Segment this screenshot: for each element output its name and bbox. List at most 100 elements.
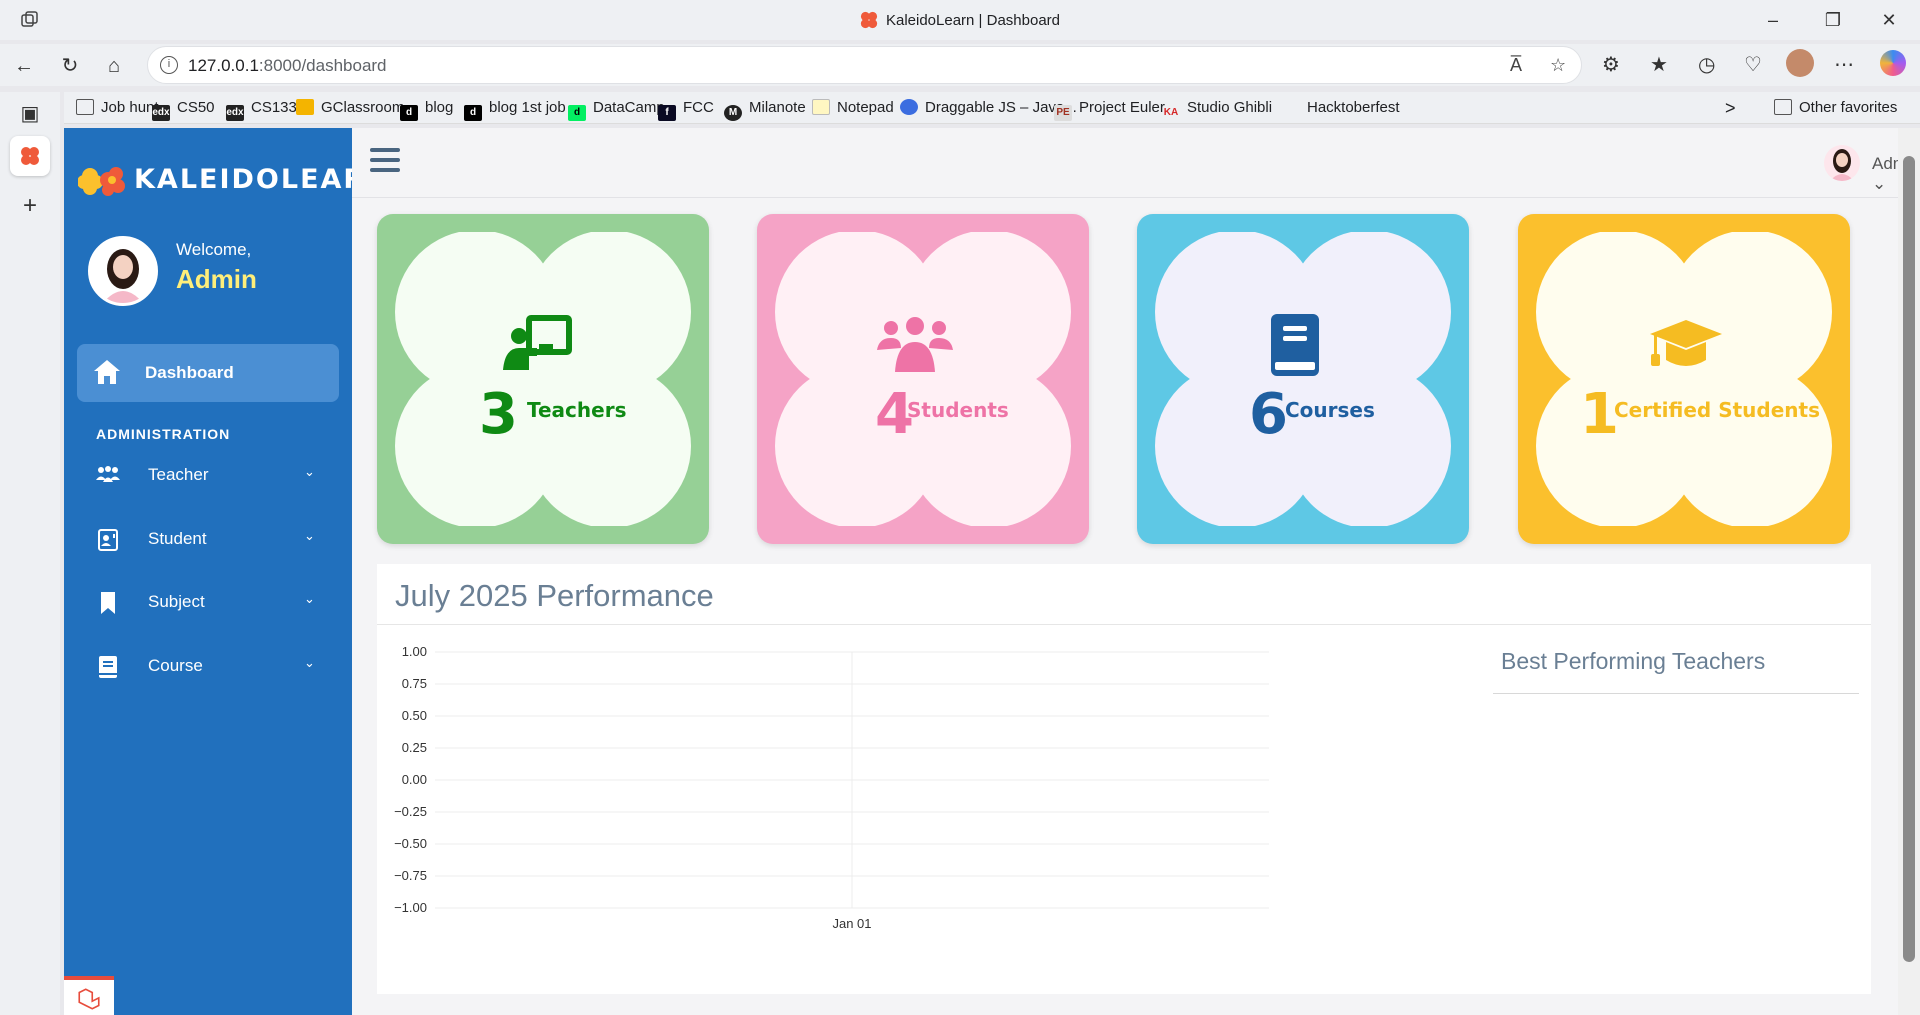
bookmark-label: Hacktoberfest (1307, 99, 1400, 116)
teacher-icon (96, 466, 120, 482)
stat-card-certified-students[interactable]: 1 Certified Students (1518, 214, 1850, 544)
page-scrollbar-thumb[interactable] (1903, 156, 1915, 962)
y-tick-label: −1.00 (394, 900, 427, 915)
bookmarks-bar: Job hunt edx CS50 edx CS1331 GClassroom d blog d… (64, 92, 1920, 124)
bookmark-item[interactable]: KA Studio Ghibli (1162, 97, 1272, 119)
sidebar-item-course-label: Course (148, 656, 203, 675)
more-bookmarks-button[interactable]: > (1725, 97, 1736, 119)
home-button[interactable]: ⌂ (98, 50, 130, 82)
window-titlebar: KaleidoLearn | Dashboard – ❐ ✕ (0, 0, 1920, 40)
profile-avatar-icon[interactable] (1786, 49, 1814, 77)
url-host: 127.0.0.1 (188, 56, 259, 75)
bookmark-item[interactable]: edx CS1331 (226, 97, 305, 121)
url-text[interactable]: 127.0.0.1:8000/dashboard (188, 56, 387, 76)
dev-icon: d (400, 105, 418, 121)
stat-label: Certified Students (1614, 398, 1820, 422)
chevron-down-icon: ⌄ (304, 464, 315, 479)
sidebar-item-student[interactable]: Student ⌄ (64, 514, 352, 564)
milanote-icon: M (724, 105, 742, 121)
flower-logo-icon (78, 167, 125, 196)
sidebar-item-student-label: Student (148, 529, 207, 548)
edx-icon: edx (152, 105, 170, 121)
kaleidolearn-tab-icon (21, 147, 39, 165)
teacher-board-icon (495, 314, 575, 378)
y-tick-label: −0.50 (394, 836, 427, 851)
read-aloud-icon[interactable]: A̅ (1510, 55, 1522, 76)
browser-navbar: ← ↻ ⌂ i 127.0.0.1:8000/dashboard A̅ ☆ ⚙ … (0, 44, 1920, 86)
drop-icon (900, 99, 918, 115)
stat-count: 3 (479, 382, 518, 447)
x-tick-label: Jan 01 (832, 916, 871, 931)
bookmark-item[interactable]: edx CS50 (152, 97, 215, 121)
favorites-icon[interactable]: ★ (1650, 52, 1668, 77)
edx-icon: edx (226, 105, 244, 121)
y-tick-label: 0.50 (402, 708, 427, 723)
window-title: KaleidoLearn | Dashboard (0, 11, 1920, 29)
more-options-icon[interactable]: ⋯ (1834, 52, 1854, 77)
tab-list-icon[interactable]: ▣ (18, 102, 42, 126)
copilot-icon[interactable] (1880, 50, 1906, 76)
kaleidolearn-logo[interactable]: KALEIDOLEARN (78, 160, 389, 200)
topbar-user-label: Admin (1872, 154, 1898, 173)
bookmark-item[interactable]: d blog (400, 97, 453, 121)
bookmark-item[interactable]: M Milanote (724, 97, 806, 121)
bookmark-item[interactable]: Job hunt (76, 97, 159, 119)
classroom-icon (296, 99, 314, 115)
menu-toggle-icon[interactable] (370, 148, 400, 174)
sidebar-item-subject[interactable]: Subject ⌄ (64, 577, 352, 627)
performance-title: July 2025 Performance (395, 578, 714, 613)
sidebar-item-subject-label: Subject (148, 592, 205, 611)
y-tick-label: 0.00 (402, 772, 427, 787)
minimize-button[interactable]: – (1750, 6, 1796, 34)
vertical-tab-strip: ▣ + (0, 92, 60, 1015)
sidebar-item-teacher[interactable]: Teacher ⌄ (64, 450, 352, 500)
sidebar-item-dashboard[interactable]: Dashboard (77, 344, 339, 402)
close-window-button[interactable]: ✕ (1866, 6, 1912, 34)
new-tab-icon[interactable]: + (18, 194, 42, 218)
bookmark-item[interactable]: Notepad (812, 97, 894, 119)
pe-icon: PE (1054, 105, 1072, 121)
page-viewport: KALEIDOLEARN Welcome, Admin Dashboard AD… (64, 128, 1898, 1015)
stat-label: Students (907, 398, 1009, 422)
site-info-icon[interactable]: i (160, 56, 178, 74)
favorite-star-icon[interactable]: ☆ (1550, 55, 1566, 76)
home-icon (94, 360, 120, 384)
folder-icon (76, 99, 94, 115)
other-favorites-folder[interactable]: Other favorites (1774, 97, 1897, 119)
user-menu-dropdown[interactable]: Admin ⌄ (1872, 154, 1898, 194)
topbar-avatar[interactable] (1824, 145, 1860, 181)
health-icon[interactable]: ♡ (1744, 52, 1762, 77)
bookmark-item[interactable]: GClassroom (296, 97, 404, 119)
bookmark-item[interactable]: PE Project Euler (1054, 97, 1165, 121)
y-tick-label: 0.25 (402, 740, 427, 755)
welcome-text: Welcome, (176, 240, 252, 259)
bookmark-item[interactable]: d blog 1st job (464, 97, 566, 121)
bookmark-label: blog 1st job (489, 99, 566, 116)
stat-card-students[interactable]: 4 Students (757, 214, 1089, 544)
refresh-button[interactable]: ↻ (54, 50, 86, 82)
stat-card-teachers[interactable]: 3 Teachers (377, 214, 709, 544)
active-tab[interactable] (10, 136, 50, 176)
stat-card-courses[interactable]: 6 Courses (1137, 214, 1469, 544)
sidebar-item-course[interactable]: Course ⌄ (64, 641, 352, 691)
card-flower-shape (1155, 232, 1451, 526)
kaleidolearn-favicon (860, 11, 878, 29)
administration-heading: ADMINISTRATION (96, 426, 231, 442)
bookmark-item[interactable]: Hacktoberfest (1282, 97, 1400, 119)
card-flower-shape (1536, 232, 1832, 526)
card-flower-shape (395, 232, 691, 526)
back-button[interactable]: ← (8, 50, 40, 82)
history-icon[interactable]: ◷ (1698, 52, 1715, 77)
restore-button[interactable]: ❐ (1810, 6, 1856, 34)
bookmark-item[interactable]: f FCC (658, 97, 714, 121)
blank-icon (1282, 99, 1300, 115)
bookmark-item[interactable]: Draggable JS – Java... (900, 97, 1077, 119)
topbar-avatar-image (1830, 149, 1854, 181)
extensions-icon[interactable]: ⚙ (1602, 52, 1620, 77)
y-tick-label: −0.75 (394, 868, 427, 883)
sidebar-item-dashboard-label: Dashboard (145, 363, 234, 382)
laravel-debugbar-icon[interactable] (64, 976, 114, 1015)
performance-panel: July 2025 Performance 1.00 0.75 0.50 0.25 0.… (377, 564, 1871, 994)
bookmark-item[interactable]: d DataCamp (568, 97, 665, 121)
address-bar[interactable]: i 127.0.0.1:8000/dashboard A̅ ☆ (147, 46, 1582, 84)
